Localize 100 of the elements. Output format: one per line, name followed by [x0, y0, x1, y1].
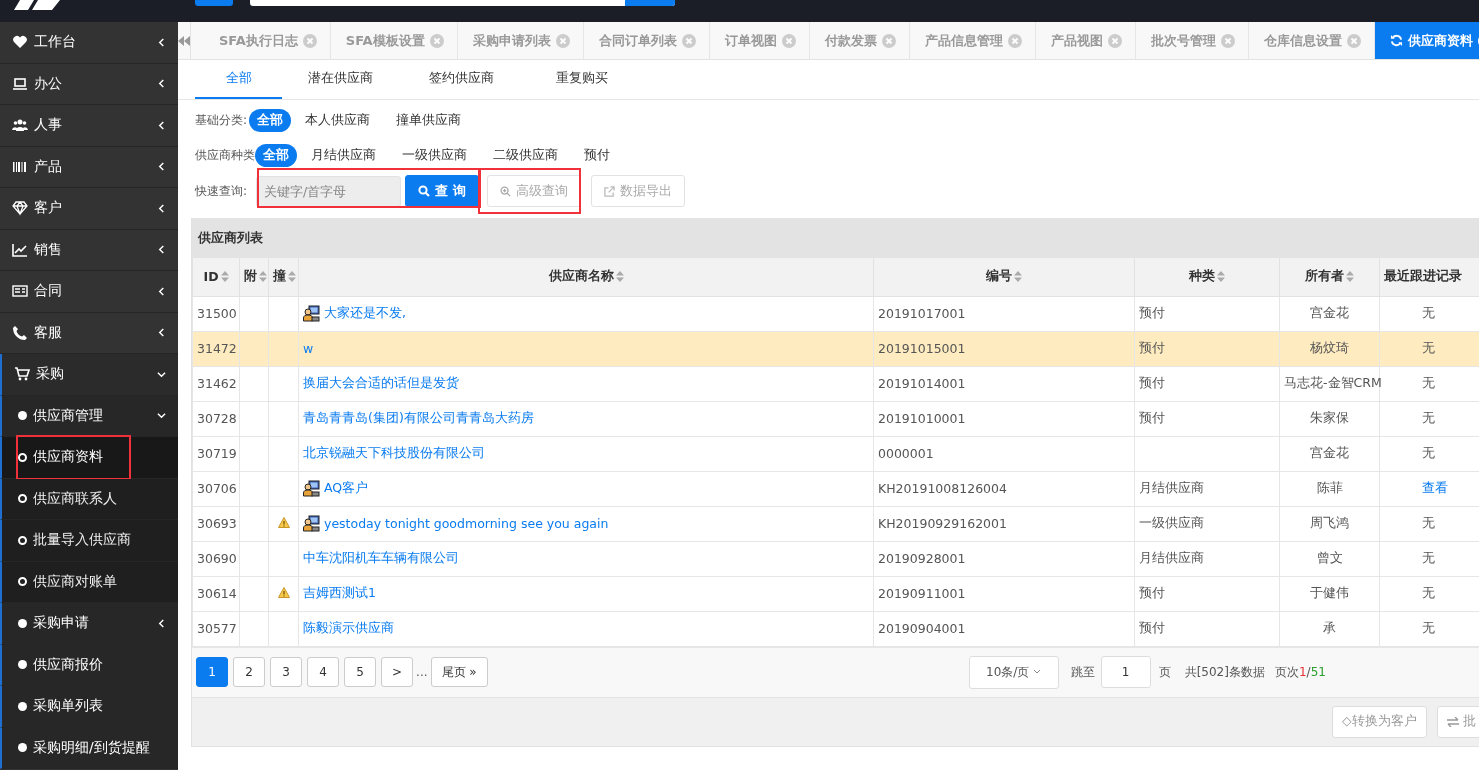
- search-label: 快速查询:: [195, 182, 248, 200]
- table-cell: 于健伟: [1279, 576, 1380, 611]
- close-icon[interactable]: [1107, 33, 1122, 48]
- refresh-icon[interactable]: [1389, 34, 1403, 47]
- ring-icon: [18, 452, 27, 462]
- supplier-link[interactable]: 换届大会合适的话但是发货: [303, 375, 459, 392]
- bullet-icon: [18, 743, 27, 753]
- close-icon[interactable]: [1007, 33, 1022, 48]
- table-cell: 无: [1422, 620, 1435, 635]
- column-header[interactable]: 附: [239, 258, 269, 296]
- supplier-link[interactable]: AQ客户: [324, 480, 369, 497]
- close-icon[interactable]: [555, 33, 570, 48]
- page-button[interactable]: 2: [233, 657, 265, 687]
- filter-option[interactable]: 一级供应商: [394, 143, 475, 167]
- filter-option[interactable]: 撞单供应商: [388, 108, 470, 132]
- table-cell: 宫金花: [1279, 436, 1380, 471]
- page-size-select[interactable]: 10条/页: [968, 655, 1059, 689]
- close-icon[interactable]: [1346, 33, 1361, 48]
- page-jump-field[interactable]: 1: [1100, 656, 1151, 688]
- search-field[interactable]: 关键字/首字母: [256, 175, 402, 207]
- sub-tab[interactable]: 潜在供应商: [282, 60, 399, 99]
- last-page-button[interactable]: 尾页 »: [430, 657, 488, 687]
- header-search-field[interactable]: [250, 0, 675, 6]
- close-icon[interactable]: [1220, 33, 1235, 48]
- search-icon: [418, 185, 431, 197]
- column-header[interactable]: 种类: [1134, 258, 1280, 296]
- table-row[interactable]: 31462 换届大会合适的话但是发货 20191014001 预付 马志花-金智CRM 无: [192, 366, 1479, 401]
- supplier-link[interactable]: 北京锐融天下科技股份有限公司: [303, 445, 485, 462]
- sidebar-item[interactable]: 合同: [34, 282, 151, 301]
- filter-option[interactable]: 本人供应商: [297, 108, 379, 132]
- supplier-link[interactable]: 吉姆西测试1: [303, 585, 376, 602]
- supplier-link[interactable]: 陈毅演示供应商: [303, 620, 394, 637]
- sidebar-item[interactable]: 办公: [34, 74, 151, 93]
- sidebar-item[interactable]: 产品: [34, 157, 151, 176]
- sort-icon[interactable]: [1014, 271, 1022, 283]
- close-icon[interactable]: [681, 33, 696, 48]
- table-row[interactable]: 30690 中车沈阳机车车辆有限公司 20190928001 月结供应商 曾文 无: [192, 541, 1479, 576]
- table-row[interactable]: 31500 大家还是不发, 20191017001 预付 宫金花 无: [192, 296, 1479, 331]
- table-cell: 承: [1279, 611, 1380, 646]
- sidebar-item[interactable]: 客户: [34, 199, 151, 218]
- close-icon[interactable]: [429, 33, 444, 48]
- page-button[interactable]: 4: [307, 657, 339, 687]
- view-link[interactable]: 查看: [1422, 480, 1448, 495]
- sub-tab[interactable]: 重复购买: [524, 60, 639, 99]
- close-icon[interactable]: [302, 33, 317, 48]
- filter-option[interactable]: 二级供应商: [485, 143, 566, 167]
- table-cell: 陈菲: [1279, 471, 1380, 506]
- rewind-icon[interactable]: [178, 35, 190, 46]
- header-button[interactable]: [195, 0, 233, 6]
- filter-option[interactable]: 月结供应商: [303, 143, 384, 167]
- supplier-link[interactable]: yestoday tonight goodmorning see you again: [324, 516, 609, 531]
- column-header[interactable]: 编号: [873, 258, 1135, 296]
- supplier-link[interactable]: 中车沈阳机车车辆有限公司: [303, 550, 459, 567]
- sidebar-item[interactable]: 销售: [34, 240, 151, 259]
- supplier-link[interactable]: 大家还是不发,: [324, 305, 406, 322]
- cart-icon: [14, 366, 30, 383]
- table-row[interactable]: 31472 w 20191015001 预付 杨炆琦 无: [192, 331, 1479, 366]
- page-button[interactable]: 3: [270, 657, 302, 687]
- column-header[interactable]: 所有者: [1279, 258, 1380, 296]
- page-unit: 页: [1158, 663, 1171, 681]
- table-cell: 30614: [192, 576, 240, 611]
- table-cell: 宫金花: [1279, 296, 1380, 331]
- sort-icon[interactable]: [1346, 271, 1354, 283]
- table-cell: 无: [1422, 340, 1435, 355]
- search-button[interactable]: 查 询: [405, 175, 479, 207]
- table-cell: 无: [1422, 410, 1435, 425]
- column-header[interactable]: 撞: [268, 258, 299, 296]
- sort-icon[interactable]: [288, 271, 296, 283]
- table-row[interactable]: 30693 yestoday tonight goodmorning see you again KH20190929162001 一级供应商 周飞鸿 无: [192, 506, 1479, 541]
- sub-tab[interactable]: 签约供应商: [399, 60, 524, 99]
- sidebar-item[interactable]: 人事: [34, 116, 151, 135]
- sidebar-item[interactable]: 工作台: [34, 33, 151, 52]
- filter-option[interactable]: 全部: [255, 143, 297, 167]
- users-icon: [12, 117, 28, 134]
- table-row[interactable]: 30719 北京锐融天下科技股份有限公司 0000001 宫金花 无: [192, 436, 1479, 471]
- sort-icon[interactable]: [615, 271, 624, 283]
- table-row[interactable]: 30706 AQ客户 KH20191008126004 月结供应商 陈菲 查看: [192, 471, 1479, 506]
- jump-label: 跳至: [1070, 663, 1095, 681]
- close-icon[interactable]: [781, 33, 796, 48]
- bullet-icon: [18, 618, 27, 628]
- table-cell: 预付: [1134, 611, 1280, 646]
- supplier-link[interactable]: w: [303, 341, 314, 356]
- page-button[interactable]: 1: [196, 657, 228, 687]
- sidebar-item[interactable]: 客服: [34, 323, 151, 342]
- next-page-button[interactable]: >: [381, 657, 414, 687]
- sort-icon[interactable]: [1217, 271, 1225, 283]
- table-row[interactable]: 30614 吉姆西测试1 20190911001 预付 于健伟 无: [192, 576, 1479, 611]
- page-button[interactable]: 5: [344, 657, 376, 687]
- tab[interactable]: 供应商资料: [1374, 22, 1479, 59]
- column-header[interactable]: ID: [192, 258, 240, 296]
- table-cell: 20190904001: [873, 611, 1135, 646]
- sort-icon[interactable]: [220, 271, 229, 283]
- filter-option[interactable]: 预付: [576, 143, 618, 167]
- filter-option[interactable]: 全部: [249, 108, 292, 132]
- column-header[interactable]: 供应商名称: [298, 258, 874, 296]
- table-row[interactable]: 30728 青岛青青岛(集团)有限公司青青岛大药房 20191010001 预付 朱家保 无: [192, 401, 1479, 436]
- sub-tab[interactable]: 全部: [195, 60, 282, 99]
- supplier-link[interactable]: 青岛青青岛(集团)有限公司青青岛大药房: [303, 410, 534, 427]
- close-icon[interactable]: [881, 33, 896, 48]
- table-row[interactable]: 30577 陈毅演示供应商 20190904001 预付 承 无: [192, 611, 1479, 646]
